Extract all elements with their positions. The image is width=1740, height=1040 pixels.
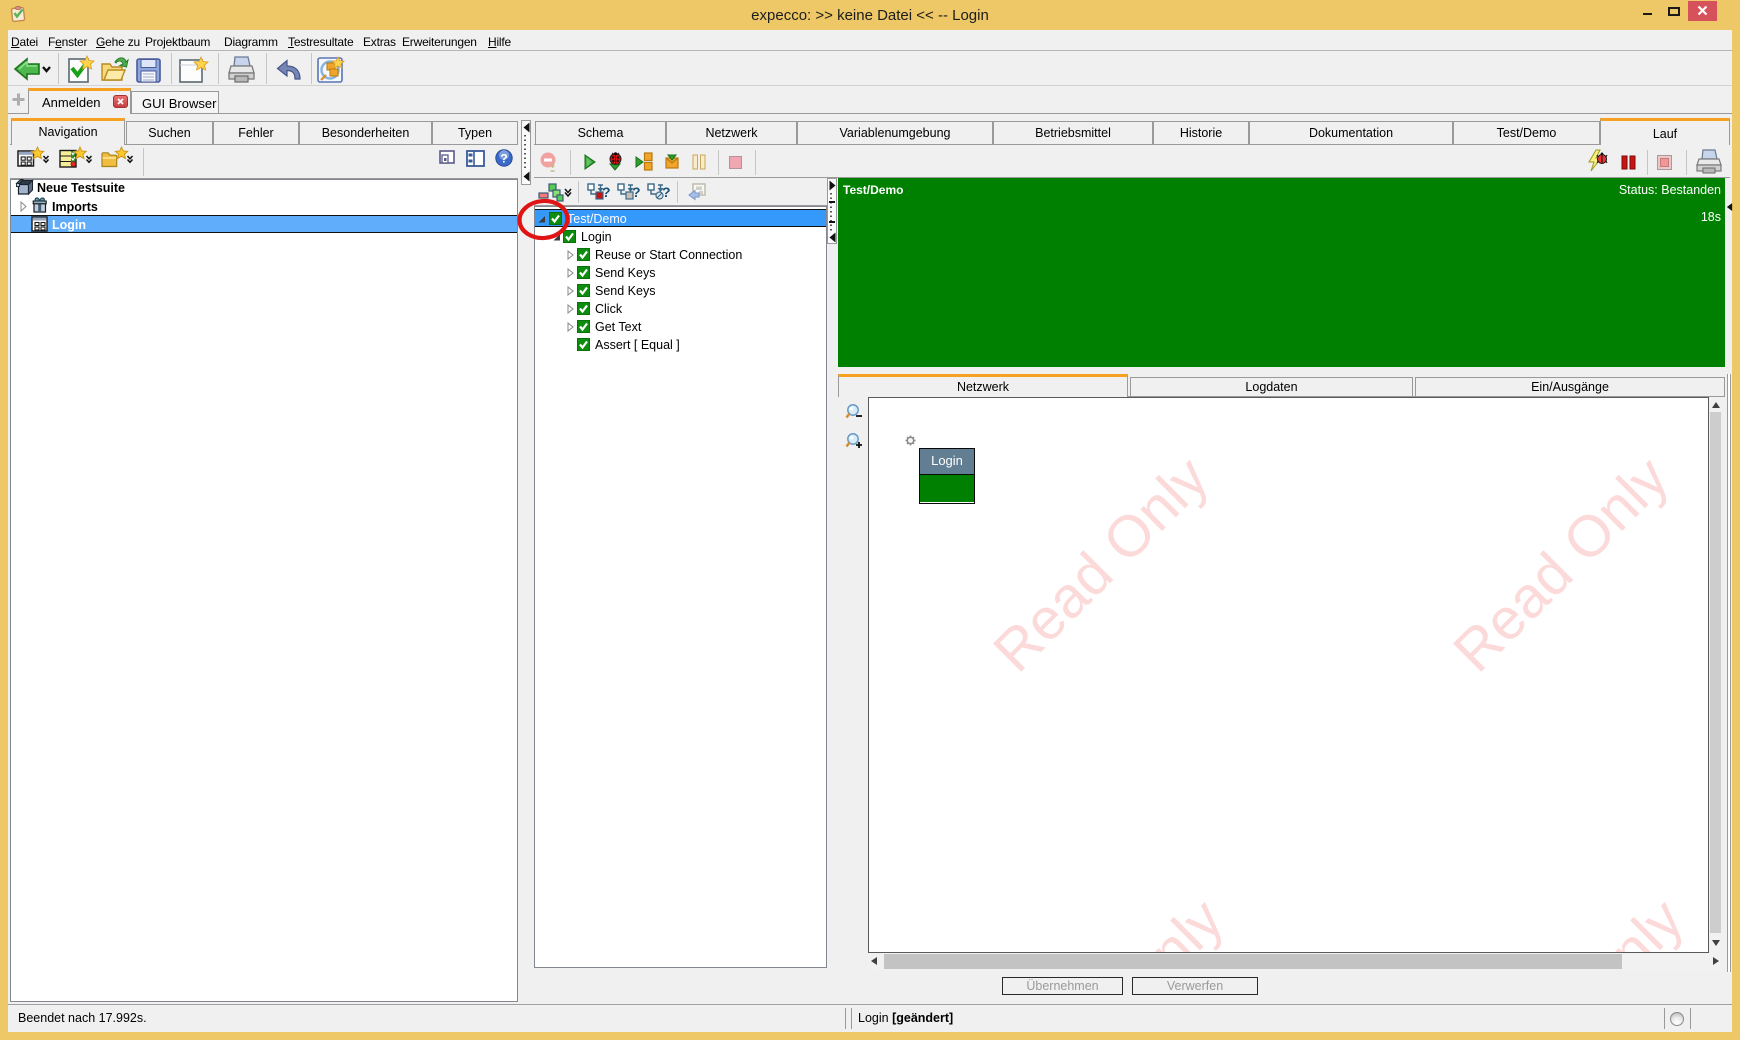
svg-text:?: ? <box>500 152 507 166</box>
